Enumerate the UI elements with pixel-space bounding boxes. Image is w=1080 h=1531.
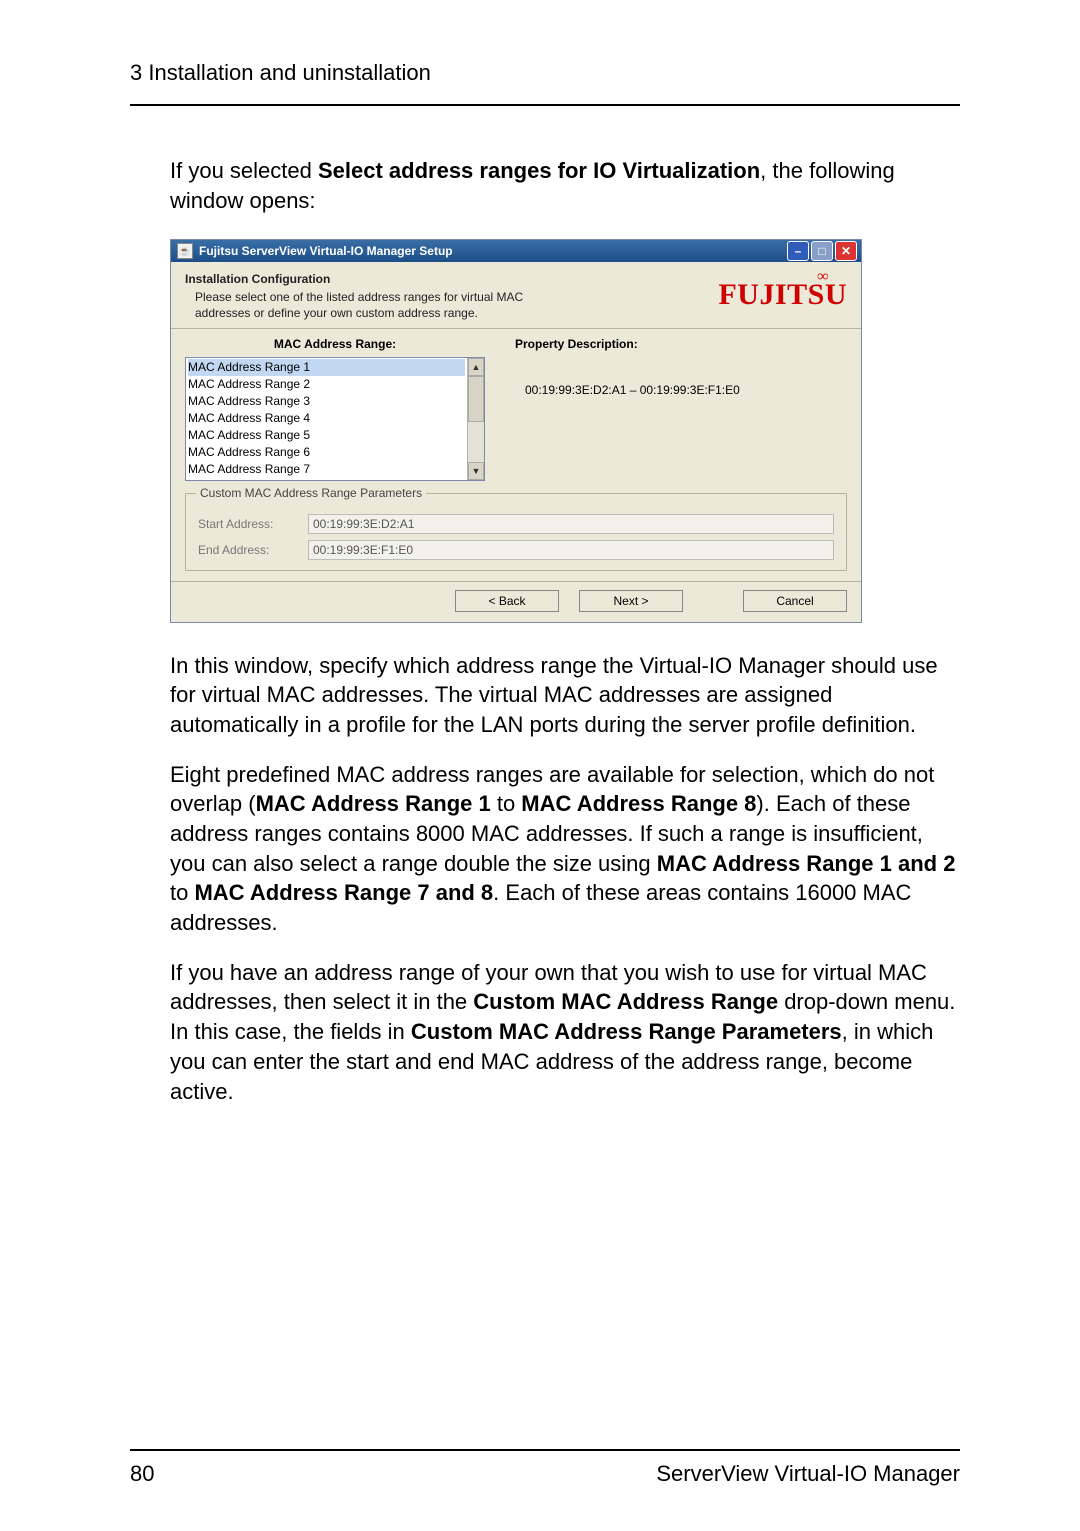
list-item[interactable]: MAC Address Range 2 [188,376,465,393]
minimize-button[interactable]: – [787,241,809,261]
installation-config-sub2: addresses or define your own custom addr… [185,306,718,322]
scroll-down-icon[interactable]: ▼ [468,462,484,480]
fujitsu-infinity-icon: ∞ [817,268,829,286]
mac-range-listbox[interactable]: MAC Address Range 1 MAC Address Range 2 … [185,357,485,481]
titlebar[interactable]: ☕ Fujitsu ServerView Virtual-IO Manager … [171,240,861,262]
start-address-input[interactable]: 00:19:99:3E:D2:A1 [308,514,834,534]
intro-paragraph: If you selected Select address ranges fo… [170,156,960,215]
start-address-label: Start Address: [198,517,298,531]
java-icon: ☕ [177,243,193,259]
end-address-label: End Address: [198,543,298,557]
paragraph-3: If you have an address range of your own… [170,958,960,1106]
end-address-input[interactable]: 00:19:99:3E:F1:E0 [308,540,834,560]
paragraph-1: In this window, specify which address ra… [170,651,960,740]
p3-b1: Custom MAC Address Range [473,989,778,1014]
maximize-button: □ [811,241,833,261]
list-item[interactable]: MAC Address Range 8 [188,478,465,480]
intro-bold: Select address ranges for IO Virtualizat… [318,158,760,183]
p3-b2: Custom MAC Address Range Parameters [411,1019,842,1044]
product-name: ServerView Virtual-IO Manager [656,1461,960,1487]
custom-range-fieldset: Custom MAC Address Range Parameters Star… [185,493,847,571]
p2-b1: MAC Address Range 1 [256,791,491,816]
cancel-button[interactable]: Cancel [743,590,847,612]
chapter-header: 3 Installation and uninstallation [130,60,960,106]
page-footer: 80 ServerView Virtual-IO Manager [130,1449,960,1487]
scroll-up-icon[interactable]: ▲ [468,358,484,376]
list-item[interactable]: MAC Address Range 7 [188,461,465,478]
close-button[interactable]: ✕ [835,241,857,261]
scroll-thumb[interactable] [468,376,484,422]
list-item[interactable]: MAC Address Range 5 [188,427,465,444]
fujitsu-logo: ∞ FUJITSU [718,272,847,321]
back-button[interactable]: < Back [455,590,559,612]
p2-c: to [491,791,522,816]
window-title: Fujitsu ServerView Virtual-IO Manager Se… [199,244,453,258]
paragraph-2: Eight predefined MAC address ranges are … [170,760,960,938]
custom-range-legend: Custom MAC Address Range Parameters [196,486,426,500]
p2-b3: MAC Address Range 1 and 2 [657,851,956,876]
installation-config-heading: Installation Configuration [185,272,718,286]
list-item[interactable]: MAC Address Range 1 [188,359,465,376]
listbox-scrollbar[interactable]: ▲ ▼ [467,358,484,480]
p2-b2: MAC Address Range 8 [521,791,756,816]
installation-config-sub1: Please select one of the listed address … [185,290,718,306]
p2-b4: MAC Address Range 7 and 8 [194,880,493,905]
list-item[interactable]: MAC Address Range 3 [188,393,465,410]
page-number: 80 [130,1461,154,1487]
list-item[interactable]: MAC Address Range 4 [188,410,465,427]
property-description-label: Property Description: [515,337,847,351]
p2-e: to [170,880,194,905]
property-description-value: 00:19:99:3E:D2:A1 – 00:19:99:3E:F1:E0 [515,357,847,397]
next-button[interactable]: Next > [579,590,683,612]
setup-dialog: ☕ Fujitsu ServerView Virtual-IO Manager … [170,239,862,622]
scroll-track[interactable] [468,376,484,462]
list-item[interactable]: MAC Address Range 6 [188,444,465,461]
intro-pre: If you selected [170,158,318,183]
mac-range-label: MAC Address Range: [185,337,485,351]
